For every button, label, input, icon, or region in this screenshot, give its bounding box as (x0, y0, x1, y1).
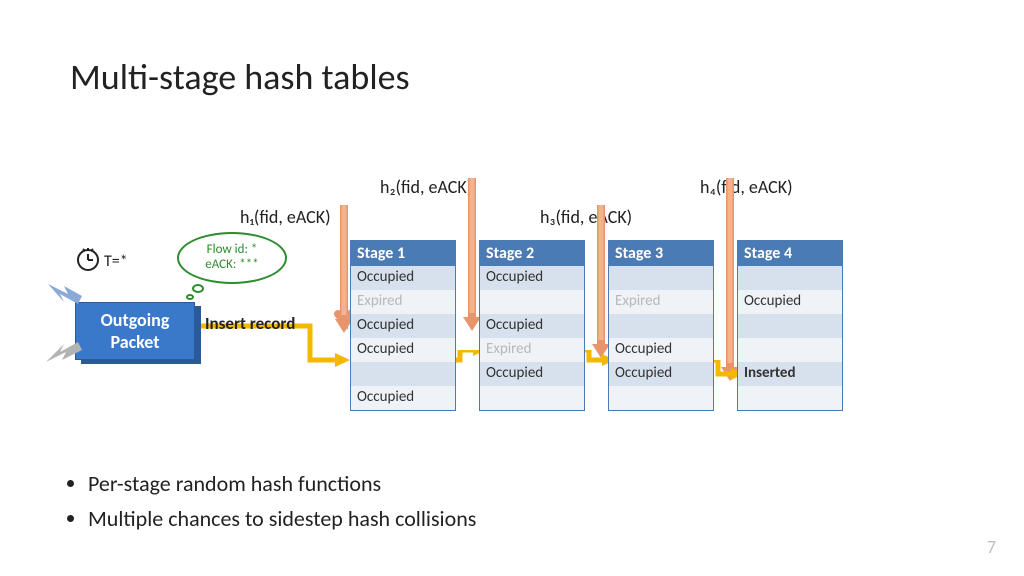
stage-row (609, 314, 713, 338)
stage-row: Occupied (351, 338, 455, 362)
stage-row (609, 386, 713, 410)
stage-row (480, 290, 584, 314)
stage-row: Occupied (480, 362, 584, 386)
page-number: 7 (987, 536, 996, 558)
stage-header: Stage 2 (480, 241, 584, 266)
bullet-item: Per-stage random hash functions (88, 470, 476, 497)
packet-line1: Outgoing (101, 309, 170, 331)
bubble-dot (186, 294, 194, 300)
outgoing-packet-box: Outgoing Packet (75, 302, 195, 360)
insert-record-label: Insert record (205, 313, 295, 334)
incoming-arrow-blue (48, 278, 84, 308)
clock-icon (76, 248, 100, 272)
time-label: T=* (104, 252, 128, 271)
stage-row: Occupied (609, 338, 713, 362)
stage-row: Occupied (351, 386, 455, 410)
stage-row: Occupied (609, 362, 713, 386)
stage-row (738, 314, 842, 338)
bullet-list: Per-stage random hash functions Multiple… (70, 470, 476, 540)
incoming-arrow-gray (44, 338, 84, 372)
stage-row (738, 266, 842, 290)
stage-row: Occupied (738, 290, 842, 314)
stage-row: Inserted (738, 362, 842, 386)
bullet-item: Multiple chances to sidestep hash collis… (88, 505, 476, 532)
hash-label-h4: h₄(fid, eACK) (700, 176, 793, 198)
bubble-dot (192, 284, 204, 293)
stage-row: Occupied (351, 266, 455, 290)
stage-table-2: Stage 2 Occupied OccupiedExpiredOccupied (479, 240, 585, 411)
slide-title: Multi-stage hash tables (70, 55, 410, 99)
thought-bubble: Flow id: * eACK: *** (177, 232, 287, 284)
stage-row (480, 386, 584, 410)
stage-row: Occupied (351, 314, 455, 338)
stage-header: Stage 3 (609, 241, 713, 266)
stage-row (738, 386, 842, 410)
stage-row (609, 266, 713, 290)
stage-row: Expired (609, 290, 713, 314)
stage-header: Stage 1 (351, 241, 455, 266)
hash-label-h1: h₁(fid, eACK) (240, 206, 331, 228)
stage-row: Expired (480, 338, 584, 362)
stage-table-4: Stage 4 Occupied Inserted (737, 240, 843, 411)
stage-table-1: Stage 1 OccupiedExpiredOccupiedOccupied … (350, 240, 456, 411)
bubble-line2: eACK: *** (205, 258, 258, 273)
stage-row: Occupied (480, 314, 584, 338)
stage-row (351, 362, 455, 386)
stage-row: Occupied (480, 266, 584, 290)
stage-row (738, 338, 842, 362)
stage-table-3: Stage 3 Expired OccupiedOccupied (608, 240, 714, 411)
stage-header: Stage 4 (738, 241, 842, 266)
bubble-line1: Flow id: * (207, 243, 258, 258)
stage-row: Expired (351, 290, 455, 314)
packet-line2: Packet (101, 331, 170, 353)
